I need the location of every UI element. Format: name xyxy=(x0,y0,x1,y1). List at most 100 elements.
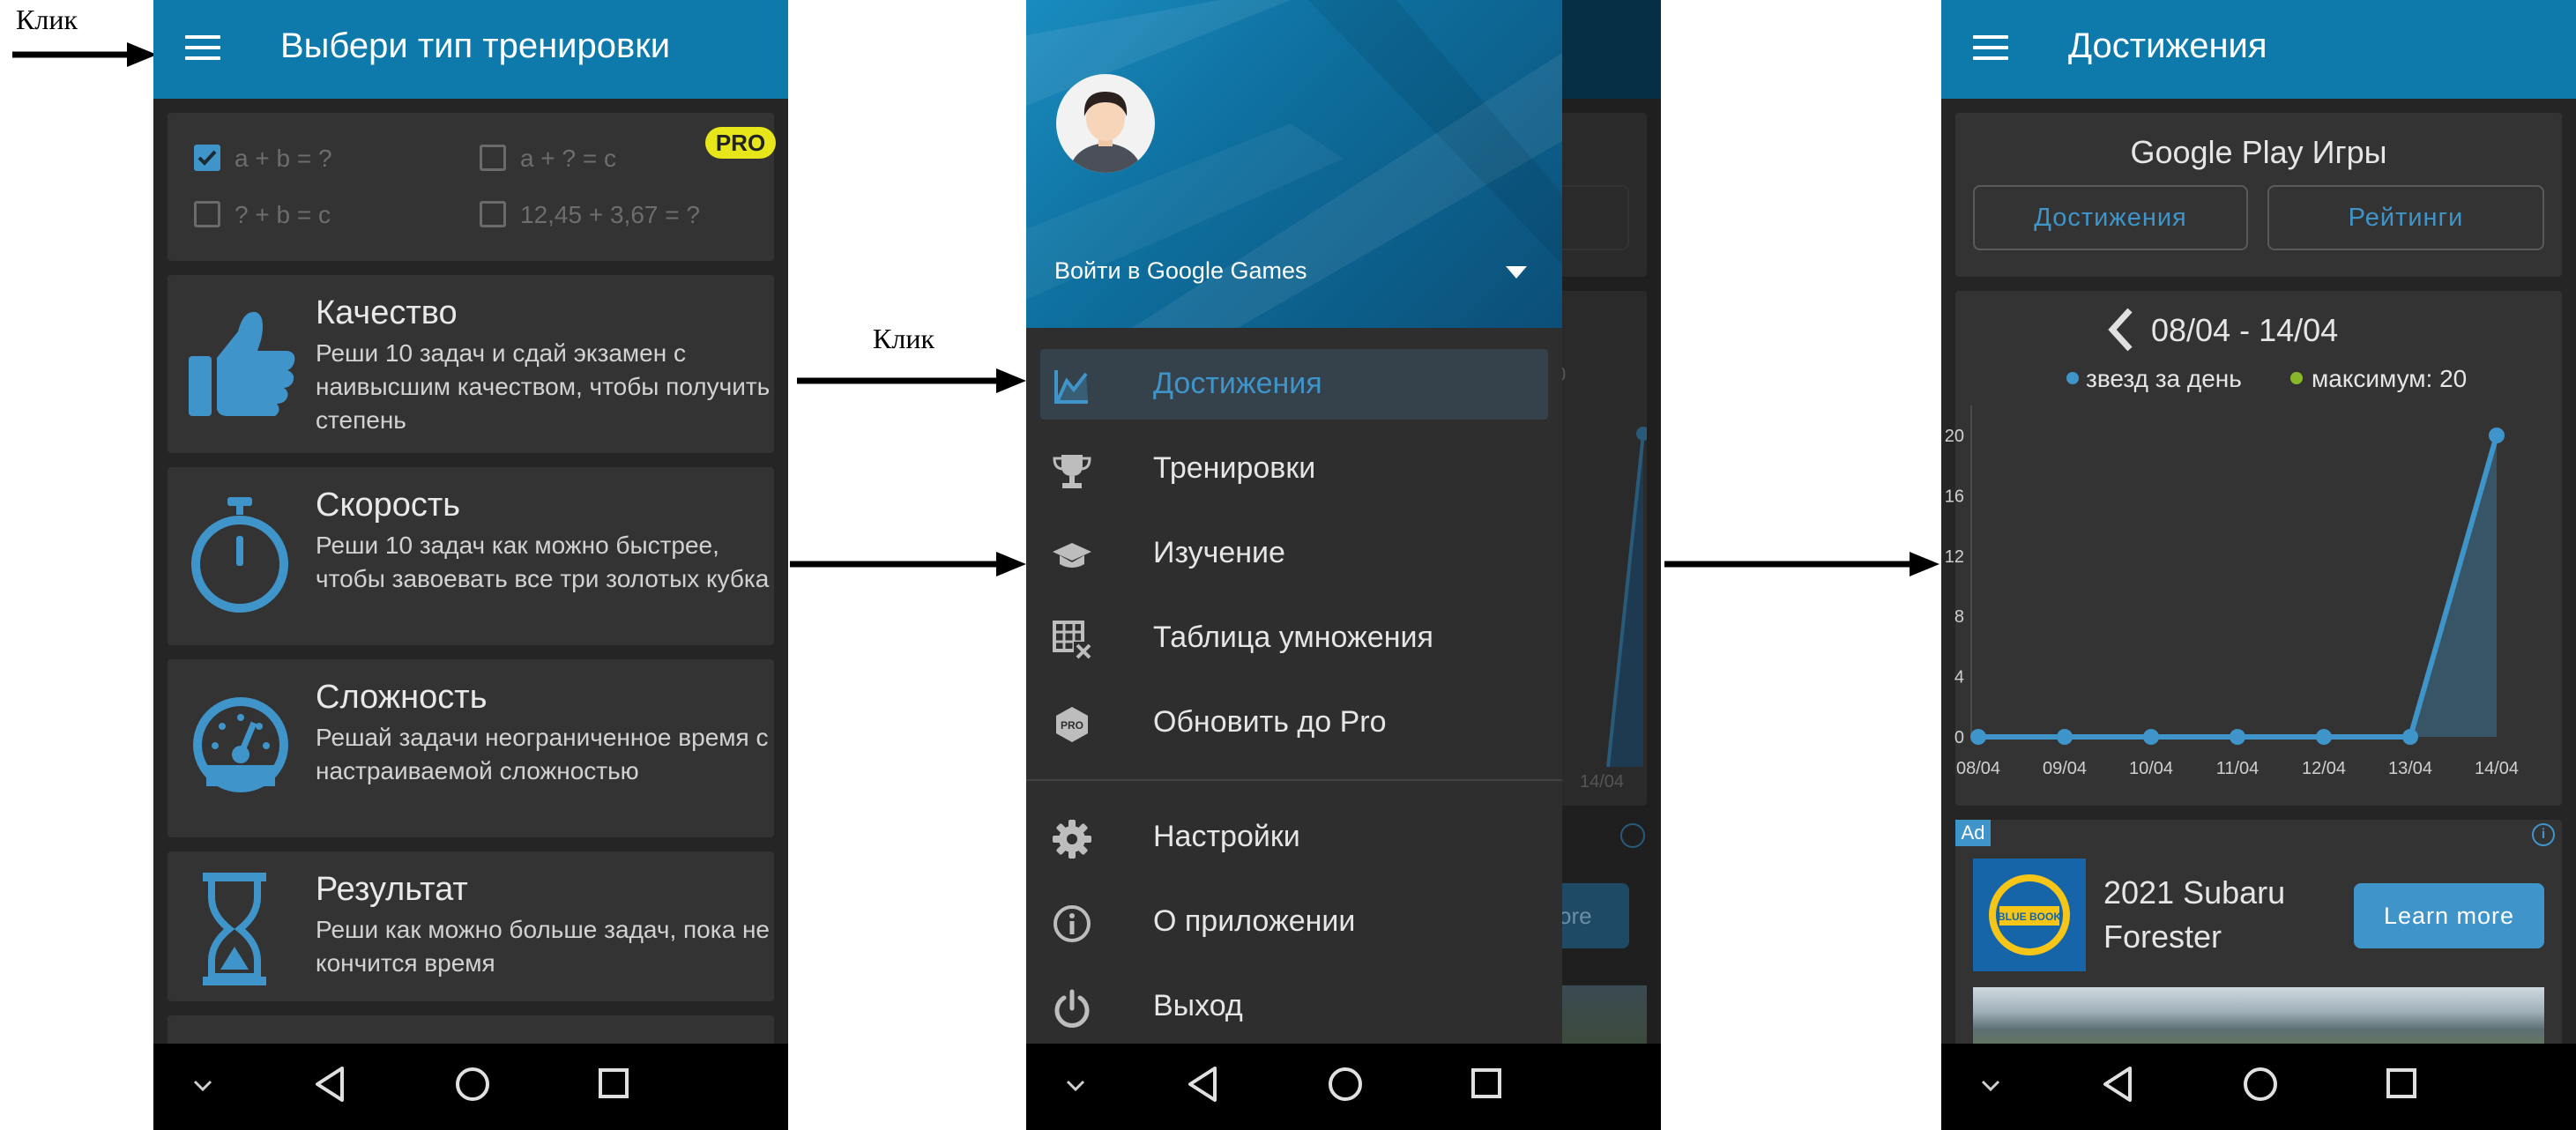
mode-card-quality[interactable]: Качество Реши 10 задач и сдай экзамен с … xyxy=(168,275,774,453)
menu-label-upgrade-pro: Обновить до Pro xyxy=(1153,705,1387,739)
x-tick-label: 08/04 xyxy=(1956,759,2000,778)
system-nav-bar xyxy=(1941,1044,2576,1130)
ad-title[interactable]: 2021 Subaru Forester xyxy=(2103,871,2315,959)
menu-item-upgrade-pro[interactable]: PRO Обновить до Pro xyxy=(1026,688,1562,758)
data-point xyxy=(2402,729,2418,745)
svg-text:PRO: PRO xyxy=(1061,719,1083,732)
info-icon xyxy=(1053,905,1091,942)
mode-card-difficulty[interactable]: Сложность Решай задачи неограниченное вр… xyxy=(168,659,774,837)
account-label[interactable]: Войти в Google Games xyxy=(1054,257,1307,285)
drawer-header: Войти в Google Games xyxy=(1026,0,1562,328)
dim-button-outline xyxy=(1555,185,1629,250)
recents-icon[interactable] xyxy=(596,1065,631,1104)
series-line xyxy=(1978,435,2499,740)
mode-desc-quality: Реши 10 задач и сдай экзамен с наивысшим… xyxy=(316,339,771,434)
option-label-0: a + b = ? xyxy=(235,145,332,172)
y-tick-label: 12 xyxy=(1945,547,1964,567)
menu-label-multiplication-table: Таблица умножения xyxy=(1153,621,1433,654)
kbb-logo-text: BLUE BOOK xyxy=(1998,911,2061,923)
table-icon xyxy=(1053,621,1091,659)
mode-desc-speed: Реши 10 задач как можно быстрее, чтобы з… xyxy=(316,532,770,592)
recents-icon[interactable] xyxy=(2384,1065,2419,1104)
screen-workout-types: Выбери тип тренировки PRO a + b = ? a + … xyxy=(153,0,788,1130)
x-tick-label: 12/04 xyxy=(2302,759,2346,778)
back-icon[interactable] xyxy=(1185,1065,1220,1104)
menu-item-multiplication-table[interactable]: Таблица умножения xyxy=(1026,603,1562,673)
gauge-icon xyxy=(193,697,288,792)
dim-ad-image xyxy=(1555,985,1647,1044)
back-icon[interactable] xyxy=(2100,1065,2135,1104)
ad-card: Ad i BLUE BOOK 2021 Subaru Forester Lear… xyxy=(1955,820,2562,1058)
menu-label-about: О приложении xyxy=(1153,904,1356,938)
data-point xyxy=(2143,729,2159,745)
data-point xyxy=(2489,427,2505,443)
menu-item-about[interactable]: О приложении xyxy=(1026,887,1562,957)
option-checkbox-3[interactable] xyxy=(480,201,506,227)
options-card: PRO a + b = ? a + ? = c ? + b = c 12,45 … xyxy=(168,113,776,261)
arrow-2 xyxy=(797,368,1026,393)
home-icon[interactable] xyxy=(2241,1065,2280,1104)
y-tick-label: 4 xyxy=(1954,668,1964,688)
option-checkbox-1[interactable] xyxy=(480,145,506,171)
screen-achievements: Достижения Google Play Игры Достижения Р… xyxy=(1941,0,2576,1130)
y-tick-label: 16 xyxy=(1945,487,1964,506)
mode-title-result: Результат xyxy=(316,871,468,908)
system-nav-bar xyxy=(153,1044,788,1130)
mode-desc-result: Реши как можно больше задач, пока не кон… xyxy=(316,916,770,977)
menu-label-trainings: Тренировки xyxy=(1153,451,1316,485)
x-tick-label: 14/04 xyxy=(2475,759,2519,778)
back-icon[interactable] xyxy=(312,1065,347,1104)
menu-item-settings[interactable]: Настройки xyxy=(1026,802,1562,873)
option-label-1: a + ? = c xyxy=(520,145,616,172)
data-point xyxy=(1970,729,1986,745)
menu-item-achievements[interactable]: Достижения xyxy=(1026,349,1562,420)
dim-info-icon xyxy=(1620,823,1645,848)
pro-icon: PRO xyxy=(1056,707,1088,742)
mode-title-difficulty: Сложность xyxy=(316,679,488,716)
chevron-down-icon[interactable] xyxy=(192,1079,213,1093)
option-checkbox-0[interactable] xyxy=(194,145,220,171)
chevron-down-icon[interactable] xyxy=(1065,1079,1086,1093)
power-icon xyxy=(1054,989,1090,1028)
avatar[interactable] xyxy=(1054,72,1157,175)
x-tick-label: 13/04 xyxy=(2388,759,2432,778)
arrow-4 xyxy=(1664,552,1939,576)
option-label-2: ? + b = c xyxy=(235,201,331,228)
system-nav-bar xyxy=(1026,1044,1661,1130)
dim-chart-line xyxy=(1606,427,1647,768)
dim-xtick: 14/04 xyxy=(1580,772,1625,792)
chevron-down-icon[interactable] xyxy=(1980,1079,2001,1093)
app-bar: Выбери тип тренировки xyxy=(153,0,788,99)
click-label-2: Клик xyxy=(873,323,934,354)
arrow-3 xyxy=(790,552,1026,576)
account-dropdown-icon[interactable] xyxy=(1506,266,1527,279)
graduation-cap-icon xyxy=(1053,543,1091,568)
menu-item-exit[interactable]: Выход xyxy=(1026,971,1562,1042)
menu-label-achievements: Достижения xyxy=(1153,367,1322,400)
menu-item-learning[interactable]: Изучение xyxy=(1026,518,1562,589)
home-icon[interactable] xyxy=(453,1065,492,1104)
pro-badge: PRO xyxy=(705,127,776,159)
x-tick-label: 10/04 xyxy=(2129,759,2173,778)
mode-card-speed[interactable]: Скорость Реши 10 задач как можно быстрее… xyxy=(168,467,774,645)
gear-icon xyxy=(1053,820,1091,859)
ad-info-icon[interactable]: i xyxy=(2532,823,2555,846)
option-label-3: 12,45 + 3,67 = ? xyxy=(520,201,700,228)
recents-icon[interactable] xyxy=(1469,1065,1504,1104)
menu-label-exit: Выход xyxy=(1153,989,1243,1022)
ad-cta-button[interactable]: Learn more xyxy=(2354,883,2544,948)
home-icon[interactable] xyxy=(1326,1065,1365,1104)
menu-divider xyxy=(1026,779,1562,781)
stopwatch-icon xyxy=(191,497,288,613)
option-checkbox-2[interactable] xyxy=(194,201,220,227)
mode-card-result[interactable]: Результат Реши как можно больше задач, п… xyxy=(168,851,774,1001)
menu-label-settings: Настройки xyxy=(1153,820,1300,853)
trophy-icon xyxy=(1053,455,1091,488)
menu-label-learning: Изучение xyxy=(1153,536,1285,569)
mode-title-speed: Скорость xyxy=(316,487,461,524)
page-title: Выбери тип тренировки xyxy=(280,26,671,65)
checkmark-icon xyxy=(197,150,217,166)
y-tick-label: 8 xyxy=(1954,607,1964,627)
menu-item-trainings[interactable]: Тренировки xyxy=(1026,434,1562,504)
menu-icon[interactable] xyxy=(185,35,220,63)
